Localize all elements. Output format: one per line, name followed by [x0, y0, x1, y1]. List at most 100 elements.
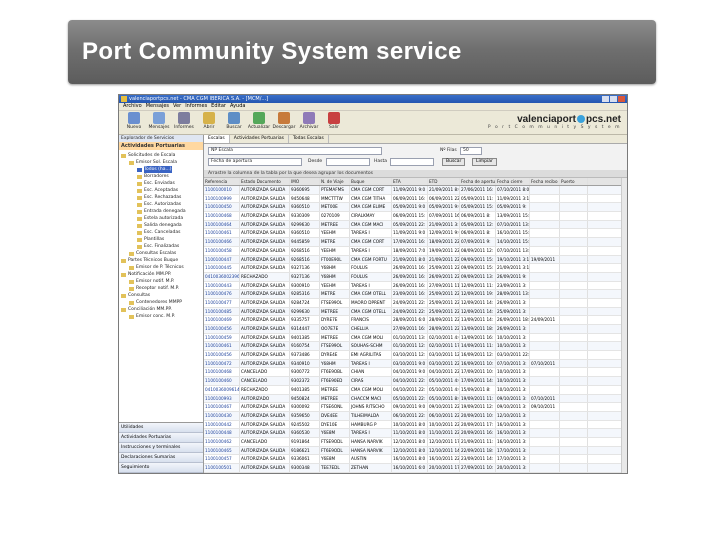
- menu-item-archivo[interactable]: Archivo: [123, 103, 142, 110]
- tree-node[interactable]: Partes Técnicos Buque: [121, 257, 201, 264]
- tree-node[interactable]: Emisor conc. M.P.: [121, 313, 201, 320]
- toolbar-button-actualizar[interactable]: Actualizar: [248, 111, 270, 130]
- grid-column-header[interactable]: IMO: [290, 178, 320, 185]
- tree-node[interactable]: Estela autorizada: [121, 215, 201, 222]
- toolbar-button-nuevo[interactable]: Nuevo: [123, 111, 145, 130]
- explorer-nav-item[interactable]: Utilidades: [119, 423, 203, 433]
- table-row[interactable]: 1100100476 AUTORIZADA SALIDA 9285316 METRE C…: [204, 290, 627, 299]
- table-row[interactable]: 1100100447 AUTORIZADA SALIDA 9268516 FT00E9…: [204, 255, 627, 265]
- table-row[interactable]: 1100100477 AUTORIZADA SALIDA 9284724 FTSE99…: [204, 298, 627, 308]
- tab-escalas[interactable]: Escalas: [204, 135, 230, 143]
- grid-column-header[interactable]: Buque: [350, 178, 392, 185]
- menu-item-informes[interactable]: Informes: [185, 103, 207, 110]
- tree-node[interactable]: Esc. Enviadas: [121, 180, 201, 187]
- grid-column-header[interactable]: Referencia: [204, 178, 240, 185]
- hasta-input[interactable]: [390, 158, 434, 166]
- tree-node[interactable]: Emisor Sol. Escala: [121, 159, 201, 166]
- tree-node[interactable]: Esc. Finalizadas: [121, 243, 201, 250]
- menu-item-ver[interactable]: Ver: [173, 103, 181, 110]
- table-row[interactable]: 1100100501 AUTORIZADA SALIDA 9300348 TEE7ED…: [204, 464, 627, 473]
- tree-node[interactable]: Esc. Rechazadas: [121, 194, 201, 201]
- table-row[interactable]: 1100100465 AUTORIZADA SALIDA 9186621 FT6E9O…: [204, 446, 627, 456]
- toolbar-button-mensajes[interactable]: Mensajes: [148, 111, 170, 130]
- toolbar-button-salir[interactable]: Salir: [323, 111, 345, 130]
- table-row[interactable]: 1100100472 AUTORIZADA SALIDA 9340910 Y68HM T…: [204, 359, 627, 369]
- tree-node[interactable]: Emisor de P. Técnicos: [121, 264, 201, 271]
- explorer-nav-item[interactable]: Seguimiento: [119, 463, 203, 473]
- table-row[interactable]: 1100100443 AUTORIZADA SALIDA 9300910 YEEHM T…: [204, 281, 627, 291]
- toolbar-button-informes[interactable]: Informes: [173, 111, 195, 130]
- tree-node[interactable]: Emisor notif. M.P.: [121, 278, 201, 285]
- table-row[interactable]: 1100100467 AUTORIZADA SALIDA 9300092 FTSE6O…: [204, 403, 627, 412]
- grid-column-header[interactable]: Estado Documento: [240, 178, 290, 185]
- tree-node[interactable]: Esc. Aceptadas: [121, 187, 201, 194]
- tree-node[interactable]: Plantillas: [121, 236, 201, 243]
- explorer-nav-item[interactable]: Actividades Portuarias: [119, 433, 203, 443]
- table-row[interactable]: 1100100460 CANCELADO 9302372 FT6E90ED CIRAS 0…: [204, 377, 627, 386]
- menu-item-mensajes[interactable]: Mensajes: [146, 103, 169, 110]
- tree-node[interactable]: Salida denegada: [121, 222, 201, 229]
- apertura-select[interactable]: Fecha de apertura: [208, 158, 302, 166]
- table-row[interactable]: 0410036009614 RECHAZADO 9401385 METREE CMA C…: [204, 385, 627, 395]
- table-row[interactable]: 1100100442 AUTORIZADA SALIDA 9245502 DYE10E…: [204, 420, 627, 430]
- grid-column-header[interactable]: ETD: [428, 178, 460, 185]
- tree-node[interactable]: Receptor notif. M.P.: [121, 285, 201, 292]
- toolbar-button-abrir[interactable]: Abrir: [198, 111, 220, 130]
- nfilas-select[interactable]: 50: [460, 147, 482, 155]
- limpiar-button[interactable]: Limpiar: [472, 158, 497, 166]
- table-row[interactable]: 1100100469 AUTORIZADA SALIDA 9335757 DYRE7E…: [204, 316, 627, 325]
- grid-column-header[interactable]: Fecha cierre: [496, 178, 530, 185]
- menu-item-ayuda[interactable]: Ayuda: [230, 103, 245, 110]
- tab-todas-escalas[interactable]: Todas Escalas: [289, 135, 329, 143]
- grid-scrollbar[interactable]: [621, 178, 627, 473]
- table-row[interactable]: 1100100010 AUTORIZADA SALIDA 9360695 PTEMAF…: [204, 186, 627, 195]
- tree-node[interactable]: Notificación MM.PP.: [121, 271, 201, 278]
- tree-node[interactable]: Todos (ha...): [121, 166, 201, 173]
- buscar-button[interactable]: Buscar: [442, 158, 466, 166]
- grid-column-header[interactable]: ETA: [392, 178, 428, 185]
- table-row[interactable]: 1100100458 AUTORIZADA SALIDA 9268516 YEEHM T…: [204, 246, 627, 256]
- tree-node[interactable]: Esc. Canceladas: [121, 229, 201, 236]
- table-row[interactable]: 1100100464 AUTORIZADA SALIDA 9299630 METREE…: [204, 220, 627, 230]
- tree-node[interactable]: Conciliación MM.PP.: [121, 306, 201, 313]
- tree-node[interactable]: Esc. Autorizadas: [121, 201, 201, 208]
- tree-node[interactable]: Entrada denegada: [121, 208, 201, 215]
- tree-node[interactable]: Borradores: [121, 173, 201, 180]
- table-row[interactable]: 1100100999 AUTORIZADA SALIDA 9450648 MMCTTT…: [204, 194, 627, 204]
- table-row[interactable]: 1100100457 AUTORIZADA SALIDA 9336061 Y6E8M A…: [204, 455, 627, 464]
- table-row[interactable]: 1100100468 AUTORIZADA SALIDA 9330309 027010…: [204, 212, 627, 221]
- toolbar-button-archivar[interactable]: Archivar: [298, 111, 320, 130]
- escala-select[interactable]: NP Escala: [208, 147, 382, 155]
- explorer-nav-item[interactable]: Declaraciones Sumarias: [119, 453, 203, 463]
- maximize-button[interactable]: [610, 96, 617, 102]
- grid-column-header[interactable]: Fecha de apertura: [460, 178, 496, 185]
- explorer-nav-item[interactable]: Instrucciones y terminales: [119, 443, 203, 453]
- toolbar-button-buscar[interactable]: Buscar: [223, 111, 245, 130]
- table-row[interactable]: 1100100448 AUTORIZADA SALIDA 9360530 Y6E8M T…: [204, 429, 627, 438]
- table-row[interactable]: 1100100468 CANCELADO 9300772 FT6E9OBL CHIAN 0…: [204, 368, 627, 378]
- tree-node[interactable]: Consultas: [121, 292, 201, 299]
- close-button[interactable]: [618, 96, 625, 102]
- table-row[interactable]: 1100100459 AUTORIZADA SALIDA 9401385 METREE…: [204, 333, 627, 343]
- grid-column-header[interactable]: Fecha recibo: [530, 178, 560, 185]
- tab-actividades-portuarias[interactable]: Actividades Portuarias: [230, 135, 289, 143]
- desde-input[interactable]: [326, 158, 370, 166]
- grid-column-header[interactable]: Puerto: [560, 178, 588, 185]
- menu-item-editar[interactable]: Editar: [211, 103, 226, 110]
- table-row[interactable]: 1100100430 AUTORIZADA SALIDA 9359650 DVE4EE…: [204, 411, 627, 421]
- table-row[interactable]: 1100100450 AUTORIZADA SALIDA 9360510 MET00E…: [204, 203, 627, 213]
- minimize-button[interactable]: [602, 96, 609, 102]
- table-row[interactable]: 1100100462 CANCELADO 9191864 FTSE9ODL HANSA …: [204, 437, 627, 447]
- table-row[interactable]: 1100100993 AUTORIZADO 9450824 METREE CHACCM …: [204, 394, 627, 404]
- table-row[interactable]: 1100100485 AUTORIZADA SALIDA 9299630 METREE…: [204, 307, 627, 317]
- tree-node[interactable]: Contenedores MMPP: [121, 299, 201, 306]
- table-row[interactable]: 1100100456 AUTORIZADA SALIDA 9373486 DYRE4E…: [204, 351, 627, 360]
- table-row[interactable]: 1100100445 AUTORIZADA SALIDA 9327136 Y68HM F…: [204, 264, 627, 273]
- table-row[interactable]: 1100100456 AUTORIZADA SALIDA 9314447 OO7E7E…: [204, 325, 627, 334]
- tree-node[interactable]: Solicitudes de Escala: [121, 152, 201, 159]
- tree-node[interactable]: Consultas Escalas: [121, 250, 201, 257]
- table-row[interactable]: 1100100466 AUTORIZADA SALIDA 9445859 METRE C…: [204, 238, 627, 247]
- grid-column-header[interactable]: N. de Viaje: [320, 178, 350, 185]
- table-row[interactable]: 1100100461 AUTORIZADA SALIDA 9160754 FTSE99…: [204, 342, 627, 352]
- table-row[interactable]: 0410036002396 RECHAZADO 9327136 Y68HM FOULUS…: [204, 272, 627, 282]
